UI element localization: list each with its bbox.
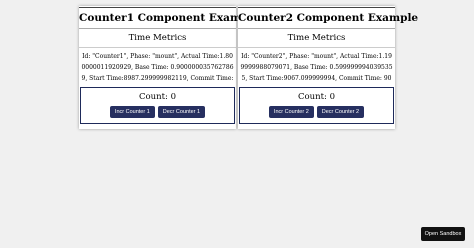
count-display: Count: 0 (139, 92, 176, 102)
counter-box: Count: 0 Incr Counter 1 Decr Counter 1 (80, 87, 235, 124)
button-row: Incr Counter 2 Decr Counter 2 (240, 106, 393, 118)
counter2-panel: Counter2 Component Example Time Metrics … (238, 6, 418, 129)
counter1-panel: Counter1 Component Example Time Metrics … (79, 6, 259, 129)
panel-title: Counter2 Component Example (238, 7, 418, 29)
count-display: Count: 0 (298, 92, 335, 102)
metrics-text: Id: "Counter1", Phase: "mount", Actual T… (81, 53, 234, 82)
metrics-heading: Time Metrics (238, 29, 395, 48)
decr-counter-button[interactable]: Decr Counter 2 (316, 106, 365, 118)
open-sandbox-button[interactable]: Open Sandbox (421, 227, 465, 241)
incr-counter-button[interactable]: Incr Counter 1 (109, 106, 155, 118)
counter-box: Count: 0 Incr Counter 2 Decr Counter 2 (239, 87, 394, 124)
panel-spacer (238, 125, 395, 129)
metrics-text: Id: "Counter2", Phase: "mount", Actual T… (240, 53, 393, 82)
incr-counter-button[interactable]: Incr Counter 2 (268, 106, 314, 118)
metrics-heading: Time Metrics (79, 29, 236, 48)
panel-title: Counter1 Component Example (79, 7, 259, 29)
button-row: Incr Counter 1 Decr Counter 1 (81, 106, 234, 118)
panel-spacer (79, 125, 236, 129)
decr-counter-button[interactable]: Decr Counter 1 (157, 106, 206, 118)
